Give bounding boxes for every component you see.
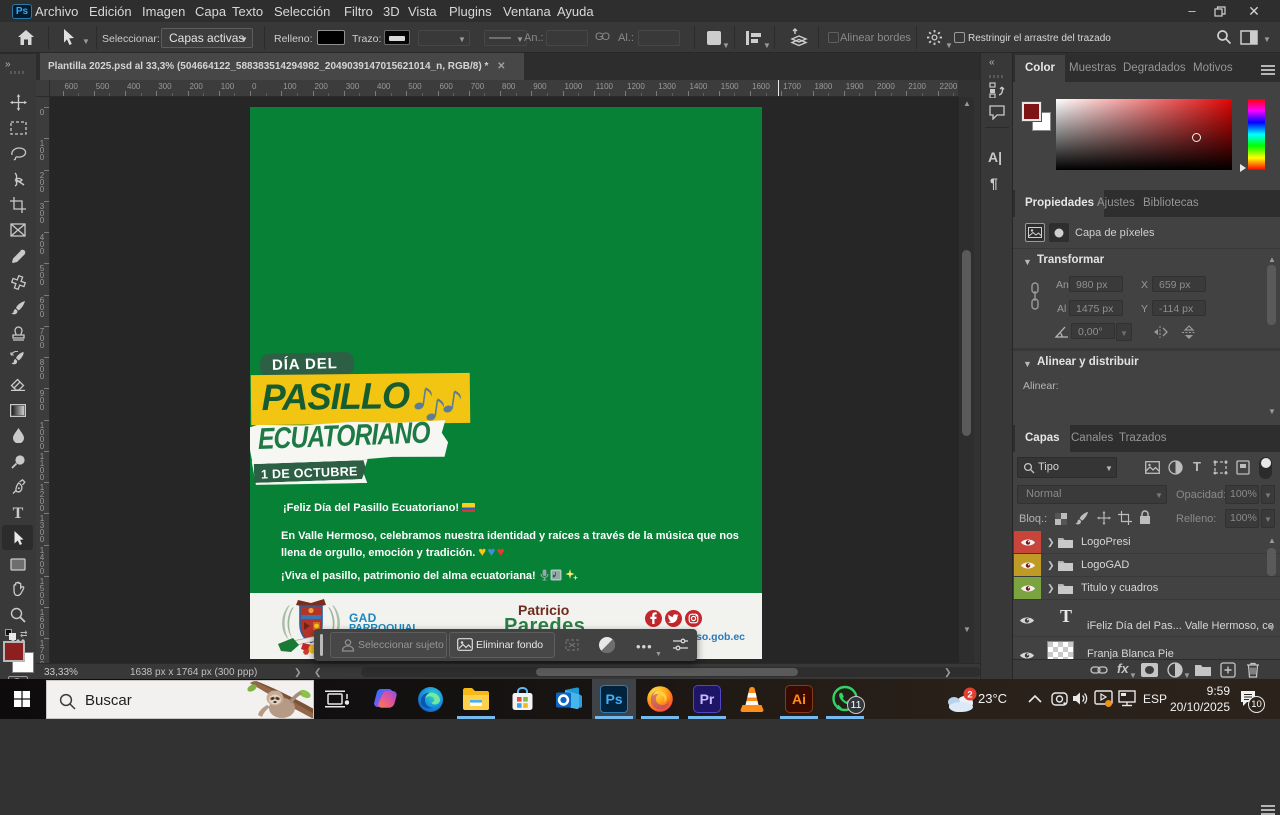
svg-text:2: 2	[967, 690, 972, 701]
svg-text:T: T	[13, 505, 24, 520]
